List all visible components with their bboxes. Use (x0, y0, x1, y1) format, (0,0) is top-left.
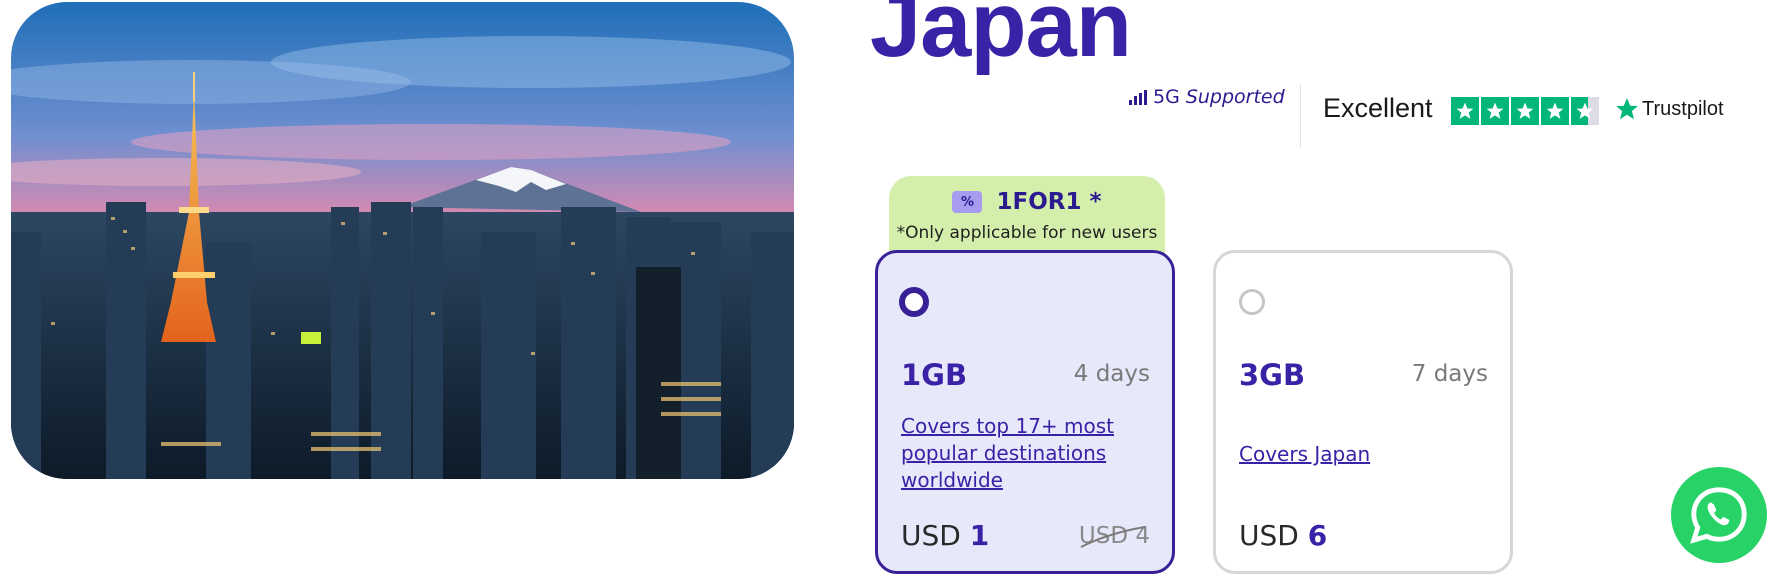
half-star-icon (1571, 97, 1599, 125)
plan-price: USD 1 (901, 519, 989, 552)
star-icon (1541, 97, 1569, 125)
whatsapp-icon (1690, 487, 1747, 544)
plan-price: USD 6 (1239, 519, 1327, 552)
promo-note: *Only applicable for new users (896, 223, 1158, 243)
plan-card-3gb[interactable]: 3GB 7 days Covers Japan USD 6 (1213, 250, 1513, 574)
network-generation: 5G (1153, 86, 1180, 108)
star-icon (1511, 97, 1539, 125)
whatsapp-chat-button[interactable] (1671, 467, 1767, 563)
network-supported-label: Supported (1185, 86, 1285, 108)
plan-radio-selected[interactable] (899, 287, 929, 317)
trustpilot-logo[interactable]: Trustpilot (1614, 96, 1724, 122)
trustpilot-rating-label: Excellent (1323, 93, 1433, 123)
promo-code: 1FOR1 * (996, 189, 1102, 215)
plan-duration: 7 days (1411, 361, 1488, 387)
destination-title: Japan (870, 0, 1132, 76)
rating-divider (1300, 84, 1301, 148)
plan-currency: USD (901, 519, 961, 552)
plan-original-price: USD 4 (1079, 523, 1150, 549)
plan-card-1gb[interactable]: 1GB 4 days Covers top 17+ most popular d… (875, 250, 1175, 574)
plan-duration: 4 days (1073, 361, 1150, 387)
star-icon (1451, 97, 1479, 125)
destination-hero-image (11, 2, 794, 479)
plan-price-amount: 1 (969, 519, 990, 552)
discount-ticket-icon: % (952, 191, 983, 213)
plan-currency: USD (1239, 519, 1299, 552)
plan-radio-unselected[interactable] (1239, 289, 1265, 315)
star-icon (1481, 97, 1509, 125)
trustpilot-star-icon (1616, 98, 1638, 120)
plan-data-amount: 1GB (901, 358, 968, 392)
plan-price-amount: 6 (1307, 519, 1328, 552)
plan-coverage-link[interactable]: Covers top 17+ most popular destinations… (901, 413, 1131, 494)
network-5g-badge: 5G Supported (1129, 86, 1285, 108)
plan-data-amount: 3GB (1239, 358, 1306, 392)
strikethrough-icon (1080, 526, 1146, 548)
plan-coverage-link[interactable]: Covers Japan (1239, 441, 1469, 468)
trustpilot-stars[interactable] (1451, 97, 1599, 125)
signal-bars-icon (1129, 89, 1147, 105)
trustpilot-brand: Trustpilot (1642, 97, 1724, 120)
